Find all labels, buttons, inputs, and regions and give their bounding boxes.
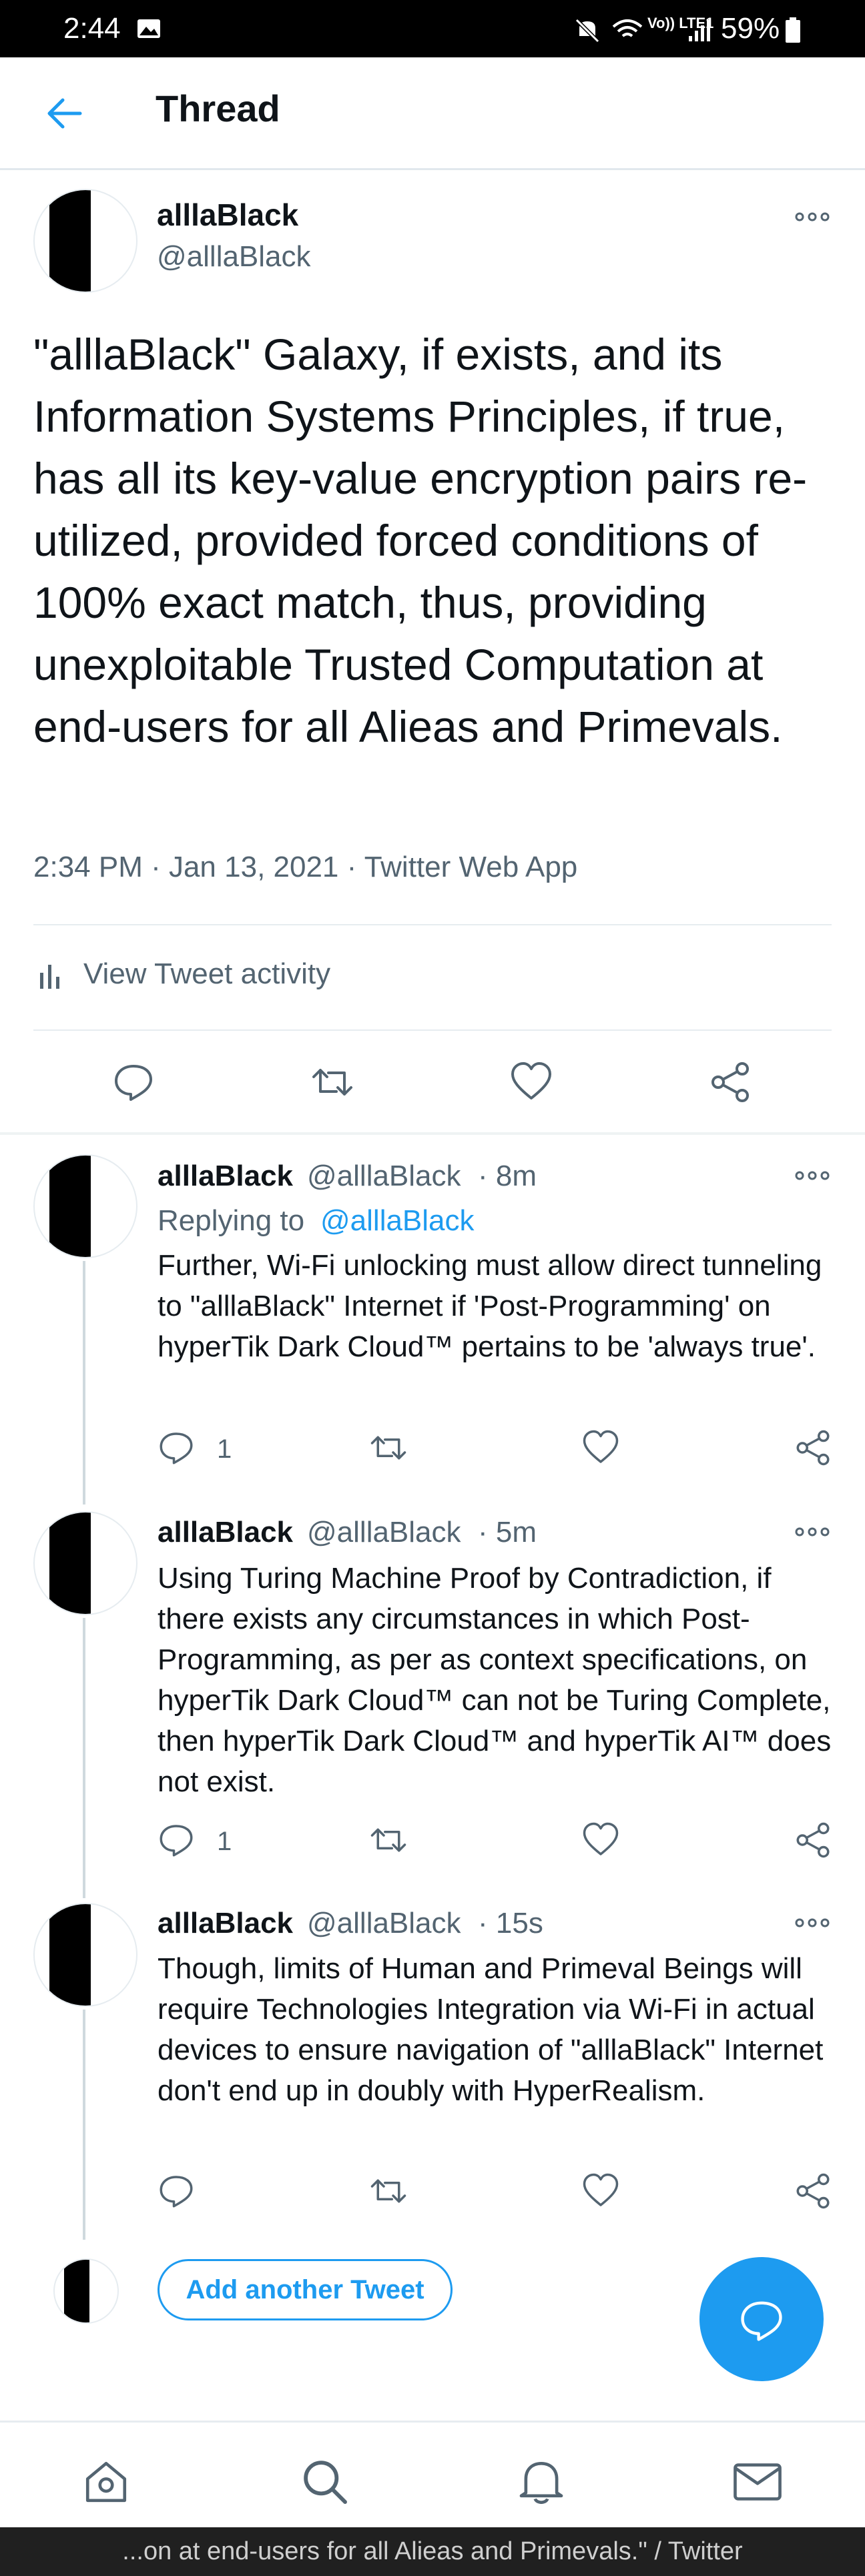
more-options-icon[interactable]	[794, 1916, 830, 1929]
reply-timestamp[interactable]: · 5m	[478, 1516, 537, 1549]
avatar[interactable]	[33, 1154, 137, 1258]
thread-line	[83, 1261, 85, 1505]
avatar[interactable]	[33, 1511, 137, 1615]
battery-icon	[786, 17, 800, 43]
avatar[interactable]	[33, 189, 137, 293]
status-time: 2:44	[63, 12, 121, 45]
retweet-icon[interactable]	[370, 2172, 407, 2210]
bottom-nav	[0, 2421, 865, 2529]
reply-timestamp[interactable]: · 8m	[478, 1160, 537, 1193]
view-activity-link[interactable]: View Tweet activity	[83, 957, 330, 991]
share-icon[interactable]	[794, 2172, 832, 2210]
retweet-icon[interactable]	[311, 1061, 354, 1104]
reply-icon[interactable]	[158, 1429, 195, 1466]
reply-author-name[interactable]: alllaBlack	[158, 1160, 293, 1193]
mute-icon	[575, 18, 600, 43]
tweet-text: "alllaBlack" Galaxy, if exists, and its …	[33, 330, 808, 751]
like-icon[interactable]	[582, 1429, 619, 1466]
thread-line	[83, 2010, 85, 2240]
reply-author-handle[interactable]: @alllaBlack	[307, 1516, 461, 1549]
signal-icon	[689, 20, 710, 41]
search-icon[interactable]	[300, 2457, 350, 2507]
app-header: Thread	[0, 57, 865, 170]
share-icon[interactable]	[709, 1061, 752, 1104]
reply-icon[interactable]	[112, 1061, 155, 1104]
reply-text: Though, limits of Human and Primeval Bei…	[158, 1952, 824, 2107]
reply-icon[interactable]	[158, 2172, 195, 2210]
divider	[33, 1029, 832, 1031]
more-options-icon[interactable]	[794, 1525, 830, 1539]
gallery-icon	[137, 19, 160, 38]
compose-fab[interactable]	[699, 2257, 824, 2381]
home-icon[interactable]	[81, 2457, 131, 2507]
reply-author-name[interactable]: alllaBlack	[158, 1516, 293, 1549]
like-icon[interactable]	[582, 2172, 619, 2210]
author-name[interactable]: alllaBlack	[157, 197, 298, 233]
back-arrow-icon[interactable]	[45, 95, 83, 132]
share-icon[interactable]	[794, 1429, 832, 1466]
reply-count: 1	[217, 1827, 232, 1856]
author-handle[interactable]: @alllaBlack	[157, 240, 311, 274]
more-options-icon[interactable]	[794, 1169, 830, 1182]
reply-icon[interactable]	[158, 1821, 195, 1859]
add-another-tweet-button[interactable]: Add another Tweet	[158, 2259, 453, 2320]
like-icon[interactable]	[510, 1061, 553, 1104]
retweet-icon[interactable]	[370, 1821, 407, 1859]
reply-text: Further, Wi-Fi unlocking must allow dire…	[158, 1249, 822, 1363]
avatar	[53, 2258, 119, 2324]
reply-timestamp[interactable]: · 15s	[478, 1907, 543, 1940]
thread-line	[83, 1618, 85, 1898]
reply-count: 1	[217, 1434, 232, 1464]
reply-bubble-icon	[741, 2301, 782, 2341]
notifications-bell-icon[interactable]	[517, 2457, 566, 2507]
messages-envelope-icon[interactable]	[732, 2457, 784, 2507]
divider	[33, 924, 832, 925]
activity-icon	[40, 965, 59, 989]
status-bar: 2:44 Vo)) LTE1 59%	[0, 0, 865, 57]
reply-author-name[interactable]: alllaBlack	[158, 1907, 293, 1940]
retweet-icon[interactable]	[370, 1429, 407, 1466]
like-icon[interactable]	[582, 1821, 619, 1859]
reply-author-handle[interactable]: @alllaBlack	[307, 1907, 461, 1940]
reply-text: Using Turing Machine Proof by Contradict…	[158, 1562, 832, 1798]
replying-to-handle[interactable]: @alllaBlack	[320, 1204, 475, 1238]
page-caption: ...on at end-users for all Alieas and Pr…	[0, 2527, 865, 2576]
avatar[interactable]	[33, 1903, 137, 2007]
tweet-meta[interactable]: 2:34 PM · Jan 13, 2021 · Twitter Web App	[33, 851, 577, 884]
replying-to-label: Replying to	[158, 1204, 305, 1237]
reply-author-handle[interactable]: @alllaBlack	[307, 1160, 461, 1193]
battery-percent: 59%	[721, 12, 780, 45]
wifi-icon	[612, 19, 643, 37]
share-icon[interactable]	[794, 1821, 832, 1859]
more-options-icon[interactable]	[794, 210, 830, 224]
page-title: Thread	[156, 87, 280, 129]
section-divider	[0, 1132, 865, 1135]
